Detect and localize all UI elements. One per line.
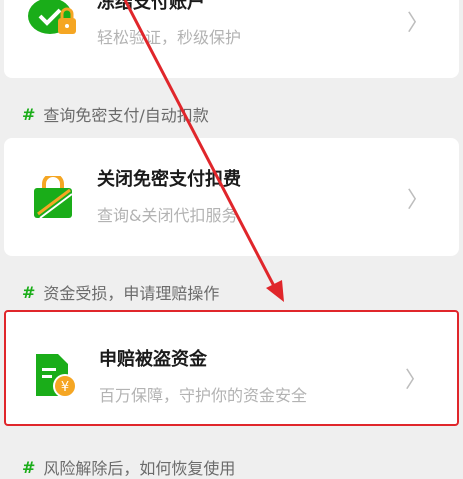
chevron-right-icon: 〉 [406,188,429,213]
chevron-right-icon: 〉 [406,11,429,36]
bag-no-icon [34,176,73,219]
shield-lock-icon [28,0,76,34]
svg-text:¥: ¥ [61,380,69,395]
section-header-recover: # 风险解除后，如何恢复使用 [22,455,235,479]
chevron-right-icon: 〉 [404,368,427,393]
section-header-claim: # 资金受损，申请理赔操作 [22,280,219,304]
card-subtitle: 查询&关闭代扣服务 [97,206,238,225]
section-label: 风险解除后，如何恢复使用 [43,459,236,478]
claim-stolen-funds-card[interactable]: ¥ 申赔被盗资金 百万保障，守护你的资金安全 〉 [4,310,459,426]
hash-mark: # [22,457,36,477]
section-label: 查询免密支付/自动扣款 [43,106,209,125]
hash-mark: # [22,282,36,302]
card-title: 申赔被盗资金 [99,349,207,370]
section-header-no-password-pay: # 查询免密支付/自动扣款 [22,102,209,126]
card-subtitle: 轻松验证，秒级保护 [97,28,242,47]
freeze-account-card[interactable]: 冻结支付账户 轻松验证，秒级保护 〉 [4,0,459,78]
section-label: 资金受损，申请理赔操作 [43,284,220,303]
hash-mark: # [22,104,36,124]
card-subtitle: 百万保障，守护你的资金安全 [99,386,308,405]
close-no-password-pay-card[interactable]: 关闭免密支付扣费 查询&关闭代扣服务 〉 [4,138,459,256]
document-yen-icon: ¥ [36,354,77,398]
card-title: 冻结支付账户 [97,0,205,13]
card-title: 关闭免密支付扣费 [97,169,241,190]
